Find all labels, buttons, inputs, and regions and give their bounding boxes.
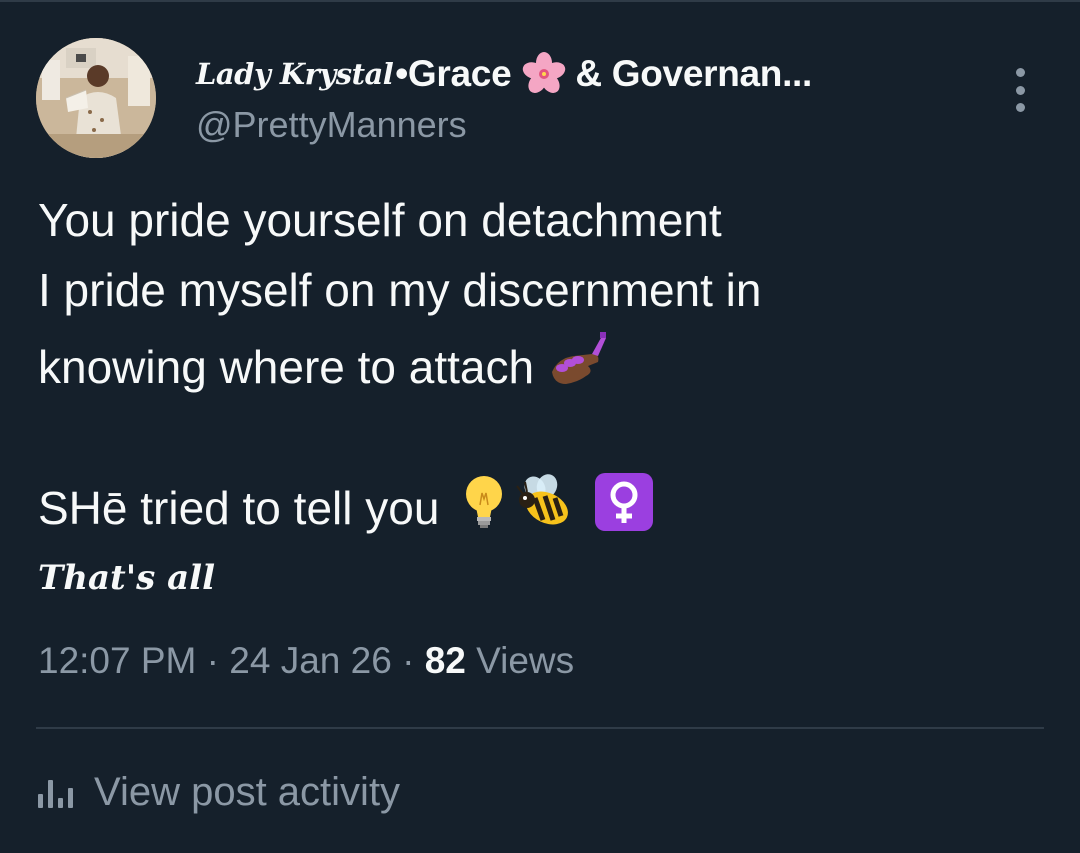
meta-separator-2: · [402, 640, 415, 681]
post-metadata: 12:07 PM · 24 Jan 26 · 82 Views [38, 640, 574, 682]
views-label: Views [476, 640, 575, 681]
tweet-signoff: That's all [38, 558, 216, 598]
view-post-activity-label: View post activity [94, 770, 401, 814]
post-date[interactable]: 24 Jan 26 [229, 640, 392, 681]
nail-polish-icon [548, 332, 608, 401]
author-name-part1: •Grace [395, 53, 512, 94]
author-script-name: Lady Krystal [196, 57, 394, 91]
author-name[interactable]: Lady Krystal •Grace & Governan... [196, 50, 812, 98]
tweet-line-2: I pride myself on my discernment in [38, 264, 762, 316]
light-bulb-icon [461, 473, 507, 542]
bar-chart-icon [38, 778, 80, 808]
more-options-icon[interactable] [1004, 62, 1036, 118]
bee-icon [513, 474, 577, 541]
author-handle[interactable]: @PrettyManners [196, 104, 467, 146]
female-sign-icon [595, 473, 654, 542]
tweet-line-3: knowing where to attach [38, 340, 535, 393]
top-border [0, 0, 1080, 2]
author-name-part2: & Governan... [575, 53, 813, 94]
cherry-blossom-icon [519, 51, 569, 97]
tweet-line-4-row: SHē tried to tell you [38, 473, 654, 542]
avatar-photo [36, 38, 156, 158]
avatar[interactable] [36, 38, 156, 158]
tweet-line-3-row: knowing where to attach [38, 332, 608, 401]
tweet-line-1: You pride yourself on detachment [38, 194, 722, 246]
meta-separator-1: · [206, 640, 219, 681]
post-time[interactable]: 12:07 PM [38, 640, 196, 681]
views-count: 82 [424, 640, 466, 681]
tweet-line-4: SHē tried to tell you [38, 481, 440, 534]
divider [36, 727, 1044, 729]
view-post-activity-button[interactable]: View post activity [38, 770, 400, 815]
